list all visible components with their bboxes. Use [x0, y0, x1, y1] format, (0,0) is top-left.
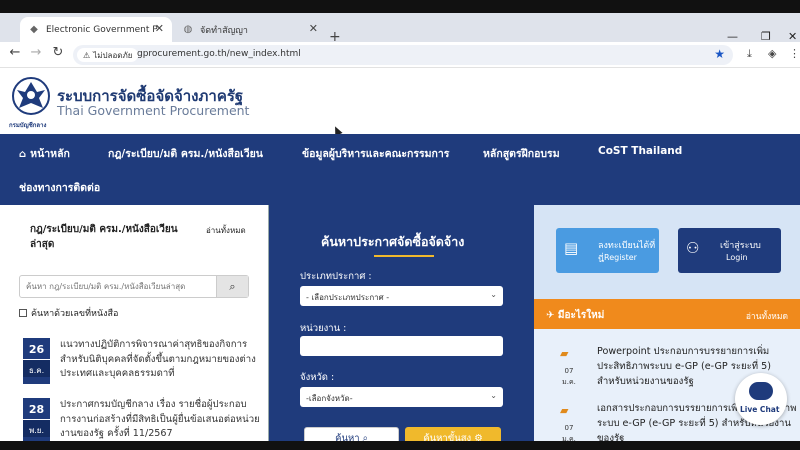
nav-cost-thailand[interactable]: CoST Thailand	[598, 145, 682, 157]
book-icon: ▰	[560, 347, 569, 360]
nav-training[interactable]: หลักสูตรฝึกอบรม	[483, 145, 560, 162]
tab-contract[interactable]: ◍ จัดทำสัญญา ✕	[174, 17, 326, 42]
nav-label: หน้าหลัก	[30, 148, 70, 160]
tab-title: จัดทำสัญญา	[200, 25, 248, 36]
title-underline	[374, 255, 434, 257]
regulations-panel: กฎ/ระเบียบ/มติ ครม./หนังสือเวียนล่าสุด อ…	[0, 205, 268, 450]
regulations-title: กฎ/ระเบียบ/มติ ครม./หนังสือเวียนล่าสุด	[30, 224, 178, 250]
menu-icon[interactable]: ⋮	[789, 47, 800, 60]
checkbox-box[interactable]	[19, 309, 27, 317]
account-area: ▤ ลงทะเบียนได้ที่นี่ Register ⚇ เข้าสู่ร…	[534, 205, 800, 299]
back-icon[interactable]: ←	[6, 45, 24, 60]
not-secure-label: ไม่ปลอดภัย	[93, 50, 133, 60]
live-chat-button[interactable]: Live Chat	[735, 373, 787, 425]
globe-icon: ◍	[183, 24, 193, 35]
warning-icon: ⚠	[83, 50, 91, 60]
procurement-search-title: ค้นหาประกาศจัดซื้อจัดจ้าง	[321, 234, 465, 249]
news-month: ธ.ค.	[23, 359, 50, 377]
announcement-type-select[interactable]: - เลือกประเภทประกาศ - ⌄	[300, 286, 503, 306]
select-value: -เลือกจังหวัด-	[306, 394, 353, 403]
site-title-english: Thai Government Procurement	[57, 103, 250, 118]
chat-bubble-icon	[749, 382, 773, 400]
regulations-read-all-link[interactable]: อ่านทั้งหมด	[206, 224, 246, 237]
not-secure-chip[interactable]: ⚠ ไม่ปลอดภัย	[77, 48, 139, 62]
address-bar[interactable]: ⚠ ไม่ปลอดภัย gprocurement.go.th/new_index…	[73, 45, 733, 65]
whats-new-label: มีอะไรใหม่	[557, 310, 605, 321]
news-day: 28	[28, 403, 45, 416]
login-button[interactable]: ⚇ เข้าสู่ระบบ Login	[678, 228, 781, 273]
extension-icon[interactable]: ◈	[768, 47, 776, 60]
nav-home[interactable]: ⌂ หน้าหลัก	[19, 145, 70, 162]
news-text: แนวทางปฏิบัติการพิจารณาค่าสุทธิของกิจการ…	[60, 339, 256, 379]
news-date: 26 ธ.ค.	[23, 338, 50, 384]
regulations-search: ⌕	[19, 275, 249, 298]
os-bottom-bar	[0, 441, 800, 450]
tab-title: Electronic Government Procurem	[46, 24, 158, 35]
news-day: 26	[28, 343, 45, 356]
browser-toolbar: ← → ↻ ⚠ ไม่ปลอดภัย gprocurement.go.th/new…	[0, 42, 800, 68]
site-header: กรมบัญชีกลาง ระบบการจัดซื้อจัดจ้างภาครัฐ…	[0, 68, 800, 134]
register-label-english: Register	[604, 253, 637, 262]
news-date: 28 พ.ย.	[23, 398, 50, 444]
checkbox-label: ค้นหาด้วยเลขที่หนังสือ	[31, 309, 119, 319]
register-form-icon: ▤	[564, 239, 579, 257]
province-select[interactable]: -เลือกจังหวัด- ⌄	[300, 387, 503, 407]
login-label-thai: เข้าสู่ระบบ	[720, 241, 761, 251]
user-group-icon: ⚇	[686, 239, 700, 257]
select-value: - เลือกประเภทประกาศ -	[306, 293, 390, 302]
forward-icon[interactable]: →	[27, 45, 45, 60]
live-chat-label: Live Chat	[740, 405, 780, 414]
announcement-date: 07 ม.ค.	[562, 367, 576, 386]
login-label-english: Login	[726, 253, 748, 262]
agency-input[interactable]	[300, 336, 503, 356]
site-favicon-icon: ◆	[30, 24, 38, 35]
register-button[interactable]: ▤ ลงทะเบียนได้ที่นี่ Register	[556, 228, 659, 273]
chevron-down-icon: ⌄	[490, 391, 497, 400]
tab-egp[interactable]: ◆ Electronic Government Procurem ✕	[20, 17, 172, 42]
logo-caption: กรมบัญชีกลาง	[9, 122, 47, 129]
whats-new-header: ✈ มีอะไรใหม่ อ่านทั้งหมด	[534, 299, 800, 329]
chevron-down-icon: ⌄	[490, 290, 497, 299]
whats-new-read-all-link[interactable]: อ่านทั้งหมด	[746, 309, 788, 323]
bookmark-star-icon[interactable]: ★	[714, 47, 725, 61]
news-month: พ.ย.	[23, 419, 50, 437]
garuda-logo-icon	[12, 77, 50, 115]
reload-icon[interactable]: ↻	[49, 45, 67, 60]
whats-new-title: ✈ มีอะไรใหม่	[546, 308, 604, 323]
regulations-search-input[interactable]	[20, 276, 218, 297]
close-tab-icon[interactable]: ✕	[309, 22, 318, 35]
url-text: gprocurement.go.th/new_index.html	[137, 49, 301, 59]
download-icon[interactable]: ⤓	[747, 47, 752, 61]
megaphone-icon: ✈	[546, 310, 558, 321]
main-nav: ⌂ หน้าหลัก กฎ/ระเบียบ/มติ ครม./หนังสือเวี…	[0, 134, 800, 205]
os-top-bar	[0, 0, 800, 13]
procurement-search-panel: ค้นหาประกาศจัดซื้อจัดจ้าง ประเภทประกาศ :…	[268, 205, 534, 450]
announcement-type-label: ประเภทประกาศ :	[300, 271, 372, 282]
nav-contact[interactable]: ช่องทางการติดต่อ	[19, 179, 100, 196]
close-tab-icon[interactable]: ✕	[155, 22, 164, 35]
screen: ◆ Electronic Government Procurem ✕ ◍ จัด…	[0, 0, 800, 450]
search-icon[interactable]: ⌕	[216, 276, 248, 297]
nav-executives[interactable]: ข้อมูลผู้บริหารและคณะกรรมการ	[302, 145, 449, 162]
province-label: จังหวัด :	[300, 372, 335, 383]
search-by-number-checkbox[interactable]: ค้นหาด้วยเลขที่หนังสือ	[19, 306, 118, 320]
book-icon: ▰	[560, 404, 569, 417]
agency-label: หน่วยงาน :	[300, 323, 347, 334]
news-item[interactable]: 26 ธ.ค. แนวทางปฏิบัติการพิจารณาค่าสุทธิข…	[23, 338, 256, 388]
nav-regulations[interactable]: กฎ/ระเบียบ/มติ ครม./หนังสือเวียน	[108, 145, 263, 162]
news-text: ประกาศกรมบัญชีกลาง เรื่อง รายชื่อผู้ประก…	[60, 399, 260, 439]
home-icon: ⌂	[19, 149, 27, 160]
tab-strip: ◆ Electronic Government Procurem ✕ ◍ จัด…	[0, 13, 800, 45]
